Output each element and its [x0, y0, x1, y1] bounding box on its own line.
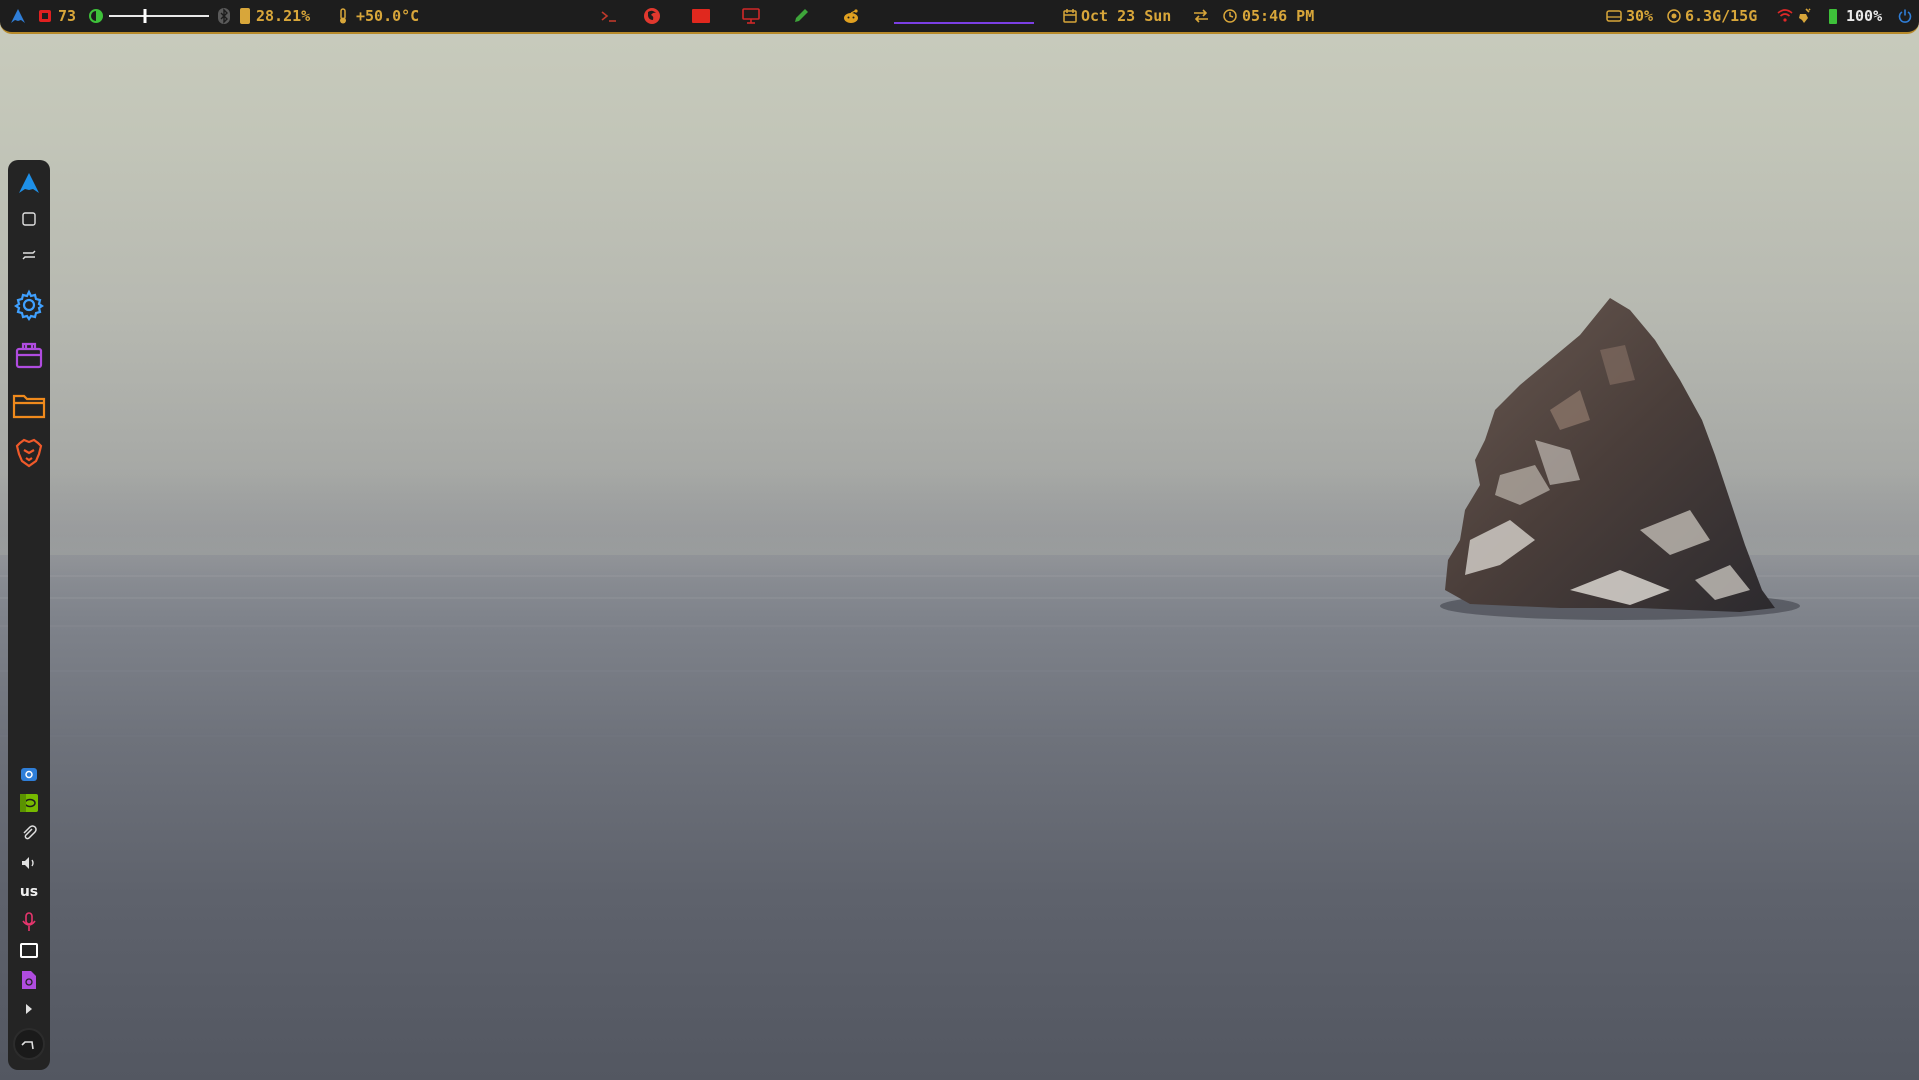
disk-widget[interactable]: 30%: [1606, 0, 1653, 32]
active-workspace-indicator[interactable]: [894, 0, 1034, 32]
brightness-icon: [89, 9, 103, 23]
arch-menu-button[interactable]: [10, 0, 26, 32]
side-dock: us: [8, 160, 50, 1070]
dock-brave-browser[interactable]: [8, 436, 50, 470]
dock-window-overview[interactable]: [8, 208, 50, 230]
tray-keyboard-layout[interactable]: us: [8, 880, 50, 904]
chevron-right-icon: [26, 1004, 32, 1014]
swap-toggle[interactable]: [1193, 0, 1209, 32]
workspace-editor[interactable]: [792, 0, 810, 32]
software-store-icon: [15, 342, 43, 369]
cpu-icon: [39, 10, 51, 22]
volume-icon: [22, 857, 34, 869]
date-widget[interactable]: Oct 23 Sun: [1063, 0, 1171, 32]
editor-icon: [795, 9, 808, 22]
tray-microphone[interactable]: [8, 910, 50, 934]
tray-nvidia[interactable]: [8, 792, 50, 814]
date-value: Oct 23 Sun: [1081, 7, 1172, 25]
workspace-reddit[interactable]: [842, 0, 860, 32]
bluetooth-toggle[interactable]: [218, 0, 230, 32]
wifi-icon: [1777, 9, 1793, 22]
tray-document[interactable]: [8, 968, 50, 992]
workspace-firefox[interactable]: [643, 0, 661, 32]
workspace-monitor[interactable]: [742, 0, 760, 32]
temperature-widget[interactable]: +50.0°C: [338, 0, 419, 32]
window-icon: [22, 212, 36, 226]
wallpaper-sea: [0, 555, 1919, 1080]
cpu-usage-value: 28.21%: [256, 7, 311, 25]
brightness-control[interactable]: [89, 0, 209, 32]
document-icon: [22, 971, 36, 989]
dock-session-indicator[interactable]: [8, 1026, 50, 1062]
workspace-mail[interactable]: [692, 0, 710, 32]
firefox-icon: [644, 8, 660, 24]
dock-window-switch[interactable]: [8, 244, 50, 266]
arch-logo-icon: [11, 9, 25, 23]
swap-arrows-icon: [1194, 9, 1208, 23]
memory-widget[interactable]: 6.3G/15G: [1667, 0, 1757, 32]
thermometer-icon: [340, 8, 346, 24]
battery-icon: [1829, 9, 1837, 24]
power-profile-toggle[interactable]: [1797, 0, 1811, 32]
dock-software-store[interactable]: [8, 338, 50, 372]
microphone-icon: [22, 912, 36, 931]
nvidia-icon: [20, 794, 38, 812]
plug-icon: [1799, 8, 1811, 23]
tray-screen-capture[interactable]: [8, 940, 50, 962]
arch-launcher-icon: [19, 173, 39, 193]
memory-chip-icon: [240, 8, 250, 24]
clock-widget[interactable]: 05:46 PM: [1223, 0, 1314, 32]
wifi-toggle[interactable]: [1777, 0, 1793, 32]
desktop-wallpaper: [0, 0, 1919, 1080]
sea-rock-image: [1440, 298, 1800, 620]
brave-browser-icon: [15, 438, 43, 468]
cpu-usage-widget[interactable]: 28.21%: [240, 0, 310, 32]
tray-volume[interactable]: [8, 852, 50, 874]
power-icon: [1898, 9, 1912, 23]
shopping-bag-icon: [21, 768, 37, 781]
time-value: 05:46 PM: [1242, 7, 1315, 25]
mail-icon: [692, 9, 710, 23]
monitor-icon: [742, 8, 760, 24]
power-menu-button[interactable]: [1898, 0, 1912, 32]
dock-arch-launcher[interactable]: [8, 170, 50, 196]
dock-file-manager[interactable]: [8, 388, 50, 422]
settings-gear-icon: [14, 289, 44, 321]
paperclip-icon: [23, 825, 37, 840]
temperature-value: +50.0°C: [356, 7, 420, 25]
memory-value: 6.3G/15G: [1685, 7, 1758, 25]
switch-icon: [22, 250, 36, 260]
session-ring-icon: [13, 1028, 45, 1060]
tray-expand-button[interactable]: [8, 1000, 50, 1018]
workspace-terminal[interactable]: [600, 0, 618, 32]
disk-usage-value: 30%: [1626, 7, 1654, 25]
calendar-icon: [1063, 9, 1077, 23]
terminal-icon: [601, 11, 616, 22]
top-status-bar: 73 28.21% +50.0°C Oct 23 Sun 05:46 PM 30…: [0, 0, 1919, 34]
disk-icon: [1606, 10, 1622, 22]
cpu-value: 73: [58, 7, 77, 25]
tray-store-indicator[interactable]: [8, 762, 50, 784]
battery-value: 100%: [1846, 7, 1883, 25]
memory-icon: [1667, 9, 1681, 23]
tray-clipboard[interactable]: [8, 822, 50, 844]
bluetooth-icon: [218, 8, 230, 24]
keyboard-layout-label: us: [19, 884, 39, 900]
brightness-slider[interactable]: [109, 6, 209, 26]
dock-settings[interactable]: [8, 288, 50, 322]
screen-icon: [20, 943, 38, 958]
clock-icon: [1223, 9, 1237, 23]
reddit-icon: [844, 9, 858, 23]
file-manager-icon: [12, 394, 46, 419]
cpu-widget[interactable]: 73: [38, 0, 76, 32]
battery-widget[interactable]: 100%: [1829, 0, 1882, 32]
